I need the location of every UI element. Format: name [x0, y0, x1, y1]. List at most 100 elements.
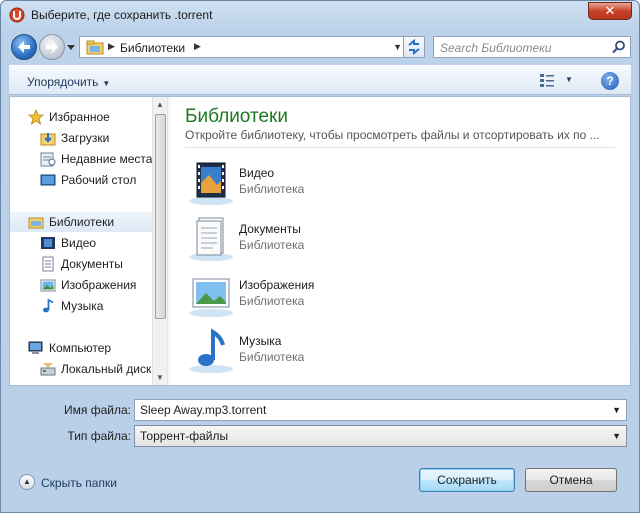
- sidebar-item-label: Избранное: [49, 110, 110, 124]
- library-type: Библиотека: [239, 238, 305, 252]
- sidebar-item-label: Локальный диск: [61, 362, 152, 376]
- chevron-down-icon[interactable]: ▼: [612, 431, 621, 441]
- sidebar-item-libraries[interactable]: Библиотеки: [10, 212, 152, 232]
- window-title: Выберите, где сохранить .torrent: [31, 8, 213, 22]
- music-library-icon: [189, 328, 233, 373]
- breadcrumb-libraries[interactable]: Библиотеки: [120, 41, 185, 55]
- filename-field[interactable]: Sleep Away.mp3.torrent ▼: [134, 399, 627, 421]
- close-button[interactable]: ✕: [588, 2, 632, 20]
- chevron-down-icon[interactable]: ▼: [393, 42, 402, 52]
- libraries-icon: [28, 217, 44, 229]
- library-type: Библиотека: [239, 182, 305, 196]
- navigation-pane-scrollbar[interactable]: ▲ ▼: [152, 97, 167, 385]
- library-item-pictures[interactable]: Изображения Библиотека: [187, 271, 487, 323]
- computer-icon: [28, 341, 43, 354]
- search-input[interactable]: Search Библиотеки: [440, 41, 551, 55]
- forward-button[interactable]: [39, 34, 65, 60]
- sidebar-item-local-disk[interactable]: Локальный диск: [40, 359, 152, 379]
- address-bar[interactable]: ▶ Библиотеки ▶ ▼: [79, 36, 409, 58]
- arrow-right-icon: [46, 41, 58, 53]
- sidebar-item-label: Изображения: [61, 278, 137, 292]
- library-item-documents[interactable]: Документы Библиотека: [187, 215, 487, 267]
- organize-label: Упорядочить: [27, 75, 99, 89]
- arrow-left-icon: [18, 41, 30, 53]
- pane-splitter[interactable]: [167, 97, 171, 385]
- utorrent-icon: [9, 7, 25, 23]
- sidebar-item-label: Загрузки: [61, 131, 110, 145]
- page-title: Библиотеки: [185, 106, 288, 127]
- save-button[interactable]: Сохранить: [419, 468, 515, 492]
- browser-panes: Избранное Загрузки Недавние места Рабочи…: [9, 96, 631, 386]
- library-name: Изображения: [239, 278, 315, 292]
- sidebar-item-music[interactable]: Музыка: [40, 296, 152, 316]
- refresh-icon: [408, 38, 420, 56]
- documents-library-icon: [42, 256, 54, 272]
- toolbar: Упорядочить ▼ ▼ ?: [9, 65, 631, 95]
- desktop-icon: [40, 174, 56, 186]
- filename-value[interactable]: Sleep Away.mp3.torrent: [140, 403, 266, 417]
- library-name: Видео: [239, 166, 275, 180]
- recent-places-icon: [40, 152, 56, 167]
- library-item-video[interactable]: Видео Библиотека: [187, 159, 487, 211]
- star-icon: [28, 109, 44, 125]
- sidebar-item-label: Компьютер: [49, 341, 112, 355]
- sidebar-item-label: Библиотеки: [49, 215, 115, 229]
- sidebar-item-pictures[interactable]: Изображения: [40, 275, 152, 295]
- documents-library-icon: [189, 217, 233, 261]
- filetype-select[interactable]: Торрент-файлы ▼: [134, 425, 627, 447]
- sidebar-item-recent-places[interactable]: Недавние места: [40, 149, 152, 169]
- sidebar-item-favorites[interactable]: Избранное: [28, 107, 152, 127]
- scroll-up-icon[interactable]: ▲: [156, 100, 164, 109]
- search-icon[interactable]: [612, 40, 626, 54]
- page-subtitle: Откройте библиотеку, чтобы просмотреть ф…: [185, 128, 600, 142]
- library-type: Библиотека: [239, 350, 305, 364]
- chevron-down-icon[interactable]: ▼: [565, 75, 573, 84]
- scroll-down-icon[interactable]: ▼: [156, 373, 164, 382]
- divider: [185, 147, 615, 148]
- video-library-icon: [41, 237, 55, 249]
- library-name: Документы: [239, 222, 301, 236]
- chevron-right-icon[interactable]: ▶: [108, 41, 115, 52]
- history-dropdown-icon[interactable]: [67, 43, 75, 51]
- sidebar-item-downloads[interactable]: Загрузки: [40, 128, 152, 148]
- libraries-content: Библиотеки Откройте библиотеку, чтобы пр…: [175, 97, 630, 385]
- search-box[interactable]: Search Библиотеки: [433, 36, 631, 58]
- sidebar-item-label: Документы: [61, 257, 123, 271]
- sidebar-item-label: Недавние места: [61, 152, 153, 166]
- music-library-icon: [43, 298, 54, 313]
- title-bar: Выберите, где сохранить .torrent ✕: [1, 1, 639, 29]
- sidebar-item-documents[interactable]: Документы: [40, 254, 152, 274]
- chevron-up-icon: ▲: [19, 474, 35, 490]
- library-name: Музыка: [239, 334, 282, 348]
- view-options-icon[interactable]: [539, 73, 555, 89]
- local-disk-icon: [40, 362, 56, 376]
- library-type: Библиотека: [239, 294, 305, 308]
- refresh-button[interactable]: [403, 36, 425, 58]
- sidebar-item-label: Музыка: [61, 299, 104, 313]
- video-library-icon: [189, 162, 233, 205]
- hide-folders-label: Скрыть папки: [41, 476, 117, 490]
- chevron-down-icon[interactable]: ▼: [612, 405, 621, 415]
- sidebar-item-desktop[interactable]: Рабочий стол: [40, 170, 152, 190]
- cancel-button[interactable]: Отмена: [525, 468, 617, 492]
- library-item-music[interactable]: Музыка Библиотека: [187, 327, 487, 379]
- scrollbar-thumb[interactable]: [155, 114, 166, 319]
- sidebar-item-computer[interactable]: Компьютер: [28, 338, 152, 358]
- pictures-library-icon: [189, 278, 233, 317]
- sidebar-item-label: Рабочий стол: [61, 173, 137, 187]
- sidebar-item-label: Видео: [61, 236, 97, 250]
- filetype-value: Торрент-файлы: [140, 429, 229, 443]
- downloads-folder-icon: [40, 133, 56, 146]
- navigation-bar: ▶ Библиотеки ▶ ▼ Search Библиотеки: [9, 33, 631, 61]
- organize-menu-button[interactable]: Упорядочить ▼: [27, 75, 110, 89]
- chevron-right-icon[interactable]: ▶: [194, 41, 201, 52]
- help-button[interactable]: ?: [601, 72, 619, 90]
- chevron-down-icon: ▼: [102, 79, 111, 88]
- back-button[interactable]: [11, 34, 37, 60]
- libraries-folder-icon: [86, 40, 104, 55]
- save-dialog-window: Выберите, где сохранить .torrent ✕ ▶ Биб…: [0, 0, 640, 513]
- filetype-label: Тип файла:: [67, 429, 131, 443]
- navigation-pane: Избранное Загрузки Недавние места Рабочи…: [10, 97, 167, 385]
- sidebar-item-video[interactable]: Видео: [40, 233, 152, 253]
- filename-label: Имя файла:: [64, 403, 131, 417]
